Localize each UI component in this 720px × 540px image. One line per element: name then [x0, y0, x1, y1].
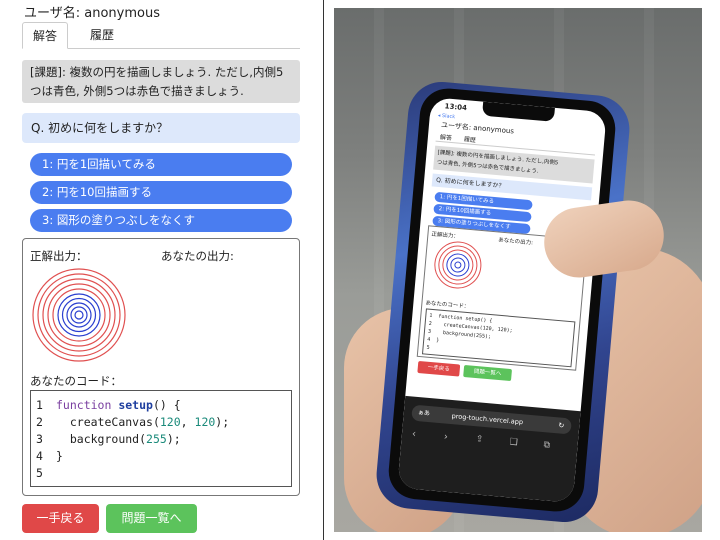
code-text: );	[166, 432, 181, 446]
task-line-2: つは青色, 外側5つは赤色で描きましょう.	[30, 84, 244, 98]
line-number: 2	[36, 415, 43, 429]
keyword: function	[56, 398, 112, 412]
code-editor[interactable]: 1 function setup() { 2 createCanvas(120, …	[30, 390, 292, 487]
url-text: prog-touch.vercel.app	[451, 412, 524, 427]
phone-expected-canvas	[434, 241, 482, 289]
inner-blue-circle	[57, 293, 101, 337]
back-chevron-icon[interactable]: ‹	[411, 429, 416, 440]
tab-bar: 解答 履歴	[22, 22, 300, 49]
line-number: 5	[36, 466, 43, 480]
phone-screen: 13:04 ◂ Slack ユーザ名: anonymous 解答 履歴 [課題]…	[397, 97, 607, 503]
code-line-1: 1 function setup() {	[36, 397, 181, 414]
code-text: }	[56, 449, 63, 463]
line-number: 1	[36, 398, 43, 412]
output-panel: 正解出力： あなたの出力: あなたのコード： 1 function setup()…	[22, 238, 300, 496]
username-label: ユーザ名: anonymous	[24, 6, 160, 21]
code-text: background(	[69, 432, 147, 446]
choice-button-3[interactable]: 3: 図形の塗りつぶしをなくす	[30, 209, 292, 232]
expected-output-canvas	[32, 268, 126, 362]
inner-blue-circle	[74, 310, 84, 320]
choice-button-1[interactable]: 1: 円を1回描いてみる	[30, 153, 292, 176]
panel-divider	[323, 0, 324, 540]
app-panel: ユーザ名: anonymous 解答 履歴 [課題]: 複数の円を描画しましょう…	[0, 0, 322, 540]
code-text: ,	[180, 415, 195, 429]
tabs-icon[interactable]: ⧉	[543, 440, 550, 451]
code-line-5: 5	[36, 465, 56, 482]
line-number: 4	[36, 449, 43, 463]
code-text: () {	[152, 398, 181, 412]
task-description: [課題]: 複数の円を描画しましょう. ただし,内側5 つは青色, 外側5つは赤…	[22, 60, 300, 103]
reader-aa-button[interactable]: ぁあ	[417, 405, 431, 422]
question-prompt: Q. 初めに何をしますか？	[22, 113, 300, 143]
function-name: setup	[118, 398, 153, 412]
code-text: createCanvas(	[69, 415, 160, 429]
phone-your-output-label: あなたの出力:	[497, 237, 534, 247]
your-output-canvas	[161, 267, 281, 363]
back-to-app-link[interactable]: ◂ Slack	[438, 113, 456, 120]
inner-blue-circle	[70, 306, 88, 324]
phone-list-button[interactable]: 問題一覧へ	[463, 364, 513, 382]
outer-red-circle	[32, 268, 126, 362]
code-line-4: 4}	[36, 448, 63, 465]
phone-tab-history[interactable]: 履歴	[464, 134, 477, 144]
tab-answer[interactable]: 解答	[22, 22, 69, 49]
reload-icon[interactable]: ↻	[558, 417, 565, 433]
problem-list-button[interactable]: 問題一覧へ	[106, 504, 197, 533]
phone-code-editor[interactable]: 1 function setup() { 2 createCanvas(120,…	[421, 308, 576, 368]
number-literal: 255	[146, 432, 167, 446]
outer-red-circle	[37, 273, 121, 357]
your-output-label: あなたの出力:	[161, 249, 234, 263]
phone-code-line: 5	[426, 344, 430, 351]
number-literal: 120	[159, 415, 181, 429]
phone-device: 13:04 ◂ Slack ユーザ名: anonymous 解答 履歴 [課題]…	[386, 86, 618, 514]
phone-photo: 13:04 ◂ Slack ユーザ名: anonymous 解答 履歴 [課題]…	[334, 8, 702, 532]
status-time: 13:04	[444, 102, 468, 113]
forward-chevron-icon[interactable]: ›	[443, 431, 448, 442]
code-line-3: 3 background(255);	[36, 431, 181, 448]
phone-tab-answer[interactable]: 解答	[440, 132, 453, 142]
number-literal: 120	[194, 415, 216, 429]
your-code-label: あなたのコード：	[30, 374, 122, 388]
phone-notch	[481, 101, 555, 122]
code-text: );	[215, 415, 230, 429]
tab-history[interactable]: 履歴	[80, 22, 124, 49]
safari-toolbar: ぁあ prog-touch.vercel.app ↻ ‹ › ⇪ ❑ ⧉	[397, 395, 581, 503]
code-line-2: 2 createCanvas(120, 120);	[36, 414, 229, 431]
task-line-1: [課題]: 複数の円を描画しましょう. ただし,内側5	[30, 65, 284, 79]
line-number: 3	[36, 432, 43, 446]
choice-button-2[interactable]: 2: 円を10回描画する	[30, 181, 292, 204]
outer-red-circle	[42, 278, 116, 352]
safari-address-bar[interactable]: ぁあ prog-touch.vercel.app ↻	[411, 404, 572, 435]
phone-undo-button[interactable]: 一手戻る	[417, 360, 461, 377]
outer-red-circle	[47, 283, 111, 347]
undo-button[interactable]: 一手戻る	[22, 504, 99, 533]
expected-output-label: 正解出力：	[30, 249, 88, 263]
outer-red-circle	[52, 288, 106, 342]
share-icon[interactable]: ⇪	[475, 434, 483, 445]
bookmarks-icon[interactable]: ❑	[509, 437, 518, 448]
